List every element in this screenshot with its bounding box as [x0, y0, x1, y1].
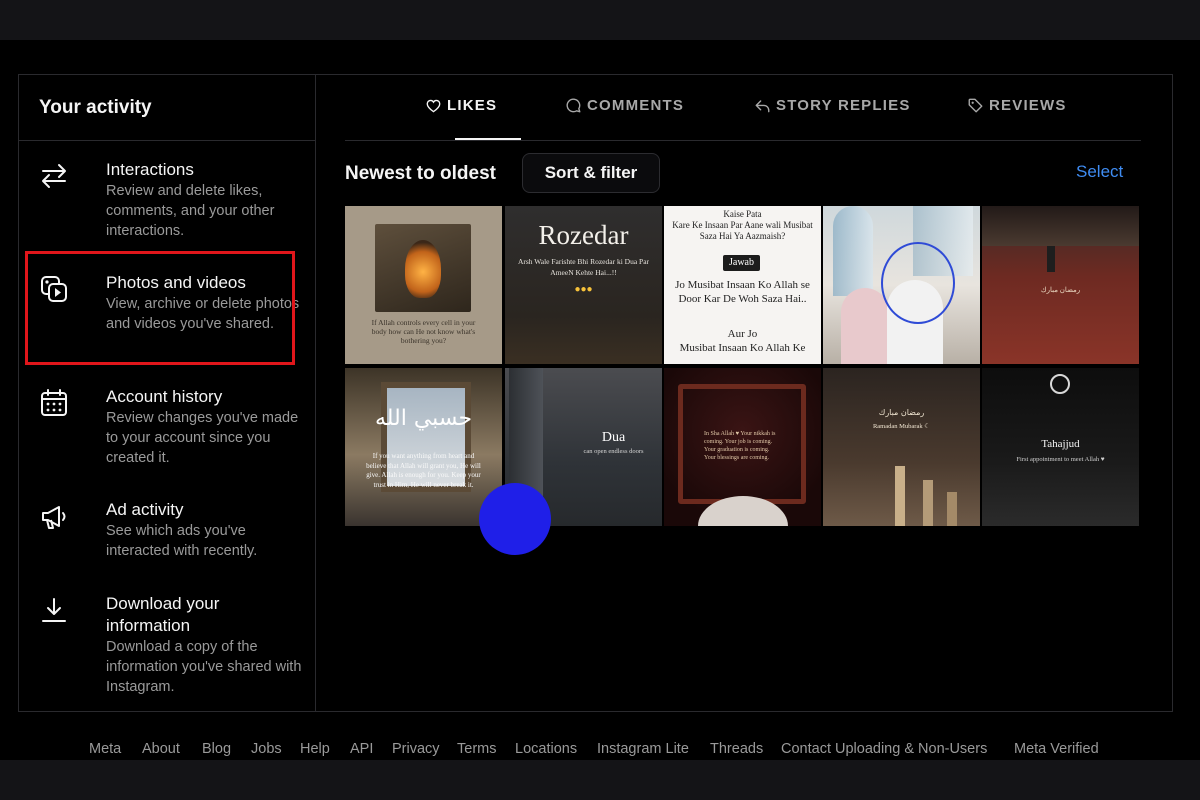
person-silhouette: [1047, 246, 1055, 272]
arabic-calligraphy: حسبي الله: [374, 406, 473, 431]
calendar-icon: [41, 389, 67, 416]
sort-order-label: Newest to oldest: [345, 163, 496, 184]
activity-sidebar: Your activity Interactions Review and de…: [19, 75, 316, 711]
post-caption: Arsh Wale Farishte Bhi Rozedar ki Dua Pa…: [517, 257, 650, 277]
heart-icon: [426, 99, 441, 112]
lantern-image: [923, 480, 933, 526]
cursor-highlight: [479, 483, 551, 555]
liked-post-tile[interactable]: Rozedar Arsh Wale Farishte Bhi Rozedar k…: [505, 206, 662, 364]
post-text: Aur Jo: [727, 328, 758, 340]
post-title: Rozedar: [538, 220, 629, 250]
footer-link-blog[interactable]: Blog: [202, 741, 231, 757]
footer-link-threads[interactable]: Threads: [710, 741, 763, 757]
post-caption: can open endless doors: [583, 448, 644, 455]
post-title: Dua: [601, 430, 626, 445]
post-caption: First appointment to meet Allah ♥: [1016, 456, 1105, 463]
post-image: [375, 224, 471, 312]
footer-link-locations[interactable]: Locations: [515, 741, 577, 757]
sidebar-item-desc: Review and delete likes, comments, and y…: [106, 183, 275, 239]
tab-comments[interactable]: COMMENTS: [566, 97, 684, 114]
moon-ring-image: [1050, 374, 1070, 394]
arrows-swap-icon: [42, 164, 66, 188]
sidebar-title: Your activity: [19, 75, 315, 141]
footer-links: Meta About Blog Jobs Help API Privacy Te…: [0, 740, 1200, 760]
footer-link-api[interactable]: API: [350, 741, 373, 757]
arabic-text: رمضان مبارك: [878, 408, 925, 417]
liked-post-tile[interactable]: رمضان مبارك Ramadan Mubarak ☾: [823, 368, 980, 526]
emoji-row: ●●●: [574, 284, 593, 295]
post-text: Kaise Pata: [723, 209, 762, 219]
post-caption: Ramadan Mubarak ☾: [872, 423, 931, 430]
footer-link-terms[interactable]: Terms: [457, 741, 496, 757]
lantern-image: [947, 492, 957, 526]
tab-label: LIKES: [447, 97, 498, 114]
post-caption: If you want anything from heart and beli…: [366, 452, 481, 489]
liked-post-tile[interactable]: If Allah controls every cell in your bod…: [345, 206, 502, 364]
mosque-ceiling-image: [982, 206, 1139, 246]
footer-link-jobs[interactable]: Jobs: [251, 741, 282, 757]
footer-link-meta-verified[interactable]: Meta Verified: [1014, 741, 1099, 757]
tab-likes[interactable]: LIKES: [426, 97, 497, 114]
post-text: Kare Ke Insaan Par Aane wali Musibat Saz…: [672, 220, 813, 241]
sidebar-item-label: Account history: [106, 387, 223, 406]
post-title: Tahajjud: [1041, 438, 1080, 450]
post-badge: Jawab: [723, 255, 760, 271]
sidebar-item-desc: See which ads you've interacted with rec…: [106, 523, 258, 559]
sidebar-item-desc: Review changes you've made to your accou…: [106, 410, 299, 466]
liked-post-tile[interactable]: حسبي الله If you want anything from hear…: [345, 368, 502, 526]
liked-post-tile[interactable]: In Sha Allah ♥ Your nikkah is coming. Yo…: [664, 368, 821, 526]
download-icon: [42, 598, 66, 622]
sidebar-item-download-information[interactable]: Download your information Download a cop…: [19, 593, 315, 697]
sidebar-item-account-history[interactable]: Account history Review changes you've ma…: [19, 386, 315, 468]
activity-main: LIKES COMMENTS STORY REPLIES REVIEWS New…: [317, 75, 1172, 711]
blue-circle-annotation: [881, 242, 955, 324]
footer-link-privacy[interactable]: Privacy: [392, 741, 440, 757]
footer-link-help[interactable]: Help: [300, 741, 330, 757]
sidebar-item-label: Interactions: [106, 160, 194, 179]
footer-link-meta[interactable]: Meta: [89, 741, 121, 757]
person-image: [841, 288, 889, 364]
window-image: [833, 206, 873, 296]
sidebar-item-ad-activity[interactable]: Ad activity See which ads you've interac…: [19, 499, 315, 561]
footer-link-contact-uploading[interactable]: Contact Uploading & Non-Users: [781, 741, 987, 757]
active-tab-indicator: [455, 138, 521, 140]
sidebar-item-label: Download your information: [106, 594, 220, 635]
likes-grid: If Allah controls every cell in your bod…: [345, 206, 1142, 555]
bottom-letterbox: [0, 760, 1200, 800]
post-text: Jo Musibat Insaan Ko Allah se Door Kar D…: [675, 279, 810, 305]
footer-link-instagram-lite[interactable]: Instagram Lite: [597, 741, 689, 757]
activity-tabs: LIKES COMMENTS STORY REPLIES REVIEWS: [345, 75, 1141, 141]
post-caption: رمضان مبارك: [1040, 286, 1081, 294]
sidebar-item-label: Ad activity: [106, 500, 184, 519]
top-letterbox: [0, 0, 1200, 40]
footer-link-about[interactable]: About: [142, 741, 180, 757]
tab-label: COMMENTS: [587, 97, 685, 114]
tag-icon: [968, 98, 983, 113]
post-text: Musibat Insaan Ko Allah Ke: [679, 342, 806, 354]
megaphone-icon: [42, 506, 66, 529]
post-caption: If Allah controls every cell in your bod…: [371, 318, 476, 345]
sidebar-item-desc: Download a copy of the information you'v…: [106, 639, 302, 695]
tab-reviews[interactable]: REVIEWS: [968, 97, 1067, 114]
reply-icon: [755, 99, 770, 112]
post-caption: In Sha Allah ♥ Your nikkah is coming. Yo…: [704, 431, 776, 461]
liked-post-tile[interactable]: Tahajjud First appointment to meet Allah…: [982, 368, 1139, 526]
comment-icon: [566, 98, 581, 113]
tab-label: REVIEWS: [989, 97, 1067, 114]
glowing-hand-image: [405, 240, 441, 298]
liked-post-tile[interactable]: رمضان مبارك: [982, 206, 1139, 364]
tab-story-replies[interactable]: STORY REPLIES: [755, 97, 911, 114]
tab-label: STORY REPLIES: [776, 97, 911, 114]
sidebar-item-interactions[interactable]: Interactions Review and delete likes, co…: [19, 159, 315, 241]
liked-post-tile[interactable]: [823, 206, 980, 364]
red-highlight-box: [25, 251, 295, 365]
lantern-image: [895, 466, 905, 526]
activity-panel: Your activity Interactions Review and de…: [18, 74, 1173, 712]
liked-post-tile[interactable]: Kaise Pata Kare Ke Insaan Par Aane wali …: [664, 206, 821, 364]
select-link[interactable]: Select: [1076, 162, 1123, 182]
sort-filter-button[interactable]: Sort & filter: [522, 153, 660, 193]
